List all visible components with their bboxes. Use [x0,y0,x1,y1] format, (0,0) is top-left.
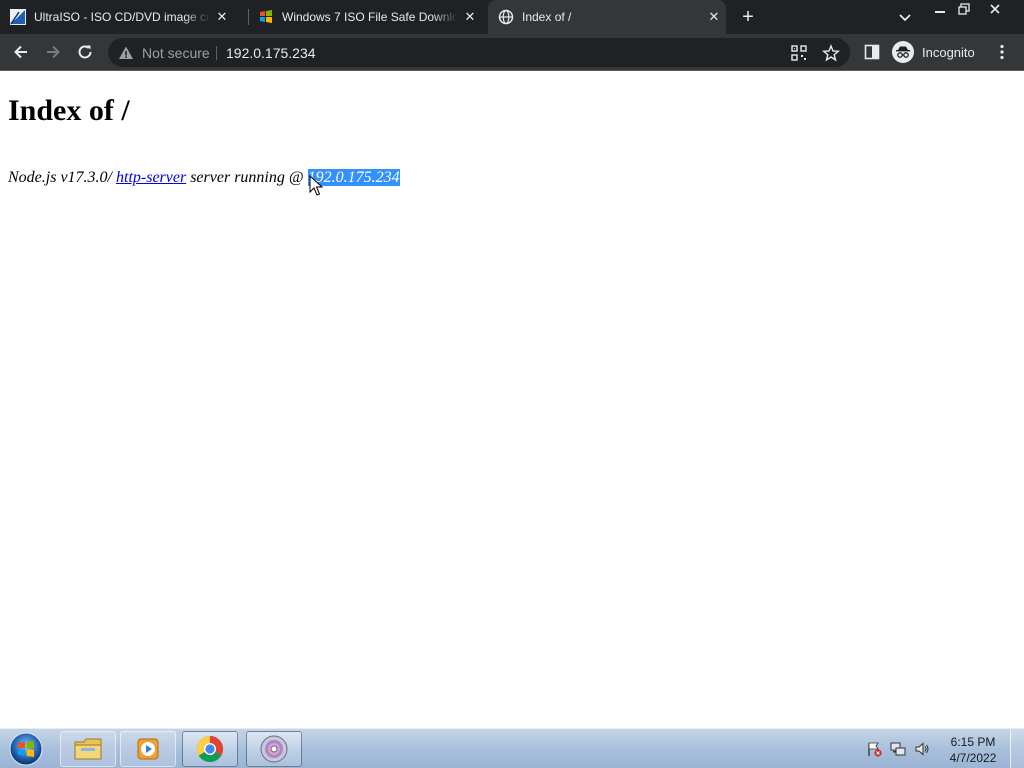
reload-button[interactable] [73,40,97,64]
taskbar-media-player-button[interactable] [120,731,176,767]
close-icon[interactable]: ✕ [462,9,478,25]
omnibox-divider [216,46,217,60]
close-icon[interactable]: ✕ [214,9,230,25]
network-icon[interactable] [890,741,906,757]
folder-icon [74,738,102,760]
page-title: Index of / [8,94,130,127]
globe-icon [498,9,514,25]
windows-start-orb-icon [9,732,43,766]
tab-title: Windows 7 ISO File Safe Download [282,10,458,24]
close-window-icon[interactable] [976,0,1014,18]
media-player-icon [137,738,159,760]
back-button[interactable] [9,40,33,64]
close-icon[interactable]: ✕ [706,9,722,25]
taskbar-explorer-button[interactable] [60,731,116,767]
tab-strip: UltraISO - ISO CD/DVD image creator ✕ Wi… [0,0,1024,34]
incognito-label: Incognito [922,44,975,60]
volume-icon[interactable] [914,741,930,757]
mouse-cursor-icon [309,175,323,196]
taskbar: 6:15 PM 4/7/2022 [0,728,1024,768]
windows-flag-icon [258,9,274,25]
browser-toolbar: Not secure 192.0.175.234 Incognito [0,34,1024,71]
tab-ultraiso[interactable]: UltraISO - ISO CD/DVD image creator ✕ [10,0,244,34]
tab-title: UltraISO - ISO CD/DVD image creator [34,10,210,24]
incognito-indicator[interactable]: Incognito [890,39,984,65]
reload-icon [78,45,92,59]
show-desktop-button[interactable] [1010,729,1024,768]
server-running-text: server running @ [186,169,308,186]
minimize-icon[interactable] [928,0,952,18]
security-status-label[interactable]: Not secure [142,45,210,61]
address-bar[interactable]: Not secure 192.0.175.234 [108,38,850,67]
start-button[interactable] [6,731,46,767]
http-server-link[interactable]: http-server [116,169,186,186]
window-controls [928,0,1014,18]
node-version-text: Node.js v17.3.0/ [8,169,116,186]
taskbar-ultraiso-button[interactable] [246,731,302,767]
chrome-icon [196,735,224,763]
tab-title: Index of / [522,10,572,24]
bookmark-star-icon[interactable] [821,44,841,62]
warning-icon[interactable] [118,45,134,61]
tab-index-of[interactable]: Index of / ✕ [488,0,726,34]
qr-code-icon[interactable] [790,44,808,62]
system-clock[interactable]: 6:15 PM 4/7/2022 [940,734,1006,766]
page-content: Index of / Node.js v17.3.0/ http-server … [0,72,1024,728]
more-menu-icon[interactable] [993,43,1011,61]
tab-windows-7-iso[interactable]: Windows 7 ISO File Safe Download ✕ [258,0,480,34]
server-info-line: Node.js v17.3.0/ http-server server runn… [8,169,400,187]
tab-divider [248,9,249,25]
back-arrow-icon [14,45,27,59]
chevron-down-icon[interactable] [896,8,914,26]
forward-arrow-icon [47,45,60,59]
incognito-icon [892,41,914,63]
clock-time: 6:15 PM [950,735,996,749]
taskbar-chrome-button[interactable] [182,731,238,767]
side-panel-icon[interactable] [863,43,881,61]
forward-button[interactable] [41,40,65,64]
restore-icon[interactable] [952,0,976,18]
clock-date: 4/7/2022 [949,751,997,765]
url-text[interactable]: 192.0.175.234 [226,45,316,61]
ultraiso-icon [10,9,26,25]
disc-icon [260,735,288,763]
new-tab-button[interactable]: + [737,6,759,28]
action-center-flag-icon[interactable] [866,741,882,757]
